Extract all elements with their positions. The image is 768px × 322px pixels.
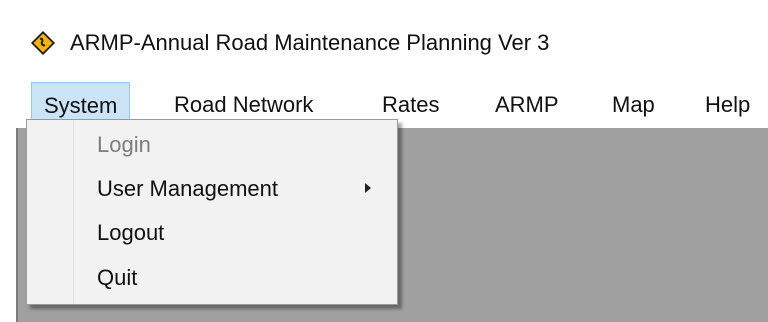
window-title: ARMP-Annual Road Maintenance Planning Ve… [70,30,550,55]
title-bar: ARMP-Annual Road Maintenance Planning Ve… [0,0,768,82]
menu-armp[interactable]: ARMP [495,82,559,128]
menu-item-user-management[interactable]: User Management [97,176,278,202]
submenu-arrow-icon [365,183,371,193]
menu-item-logout[interactable]: Logout [97,220,164,246]
system-dropdown-menu: Login User Management Logout Quit [26,119,398,305]
menu-item-quit[interactable]: Quit [97,265,137,291]
road-sign-icon [30,30,56,56]
menu-map[interactable]: Map [612,82,655,128]
menu-item-login[interactable]: Login [97,132,151,158]
app-window: ARMP-Annual Road Maintenance Planning Ve… [0,0,768,322]
menu-help[interactable]: Help [705,82,750,128]
menu-gutter [27,120,74,304]
